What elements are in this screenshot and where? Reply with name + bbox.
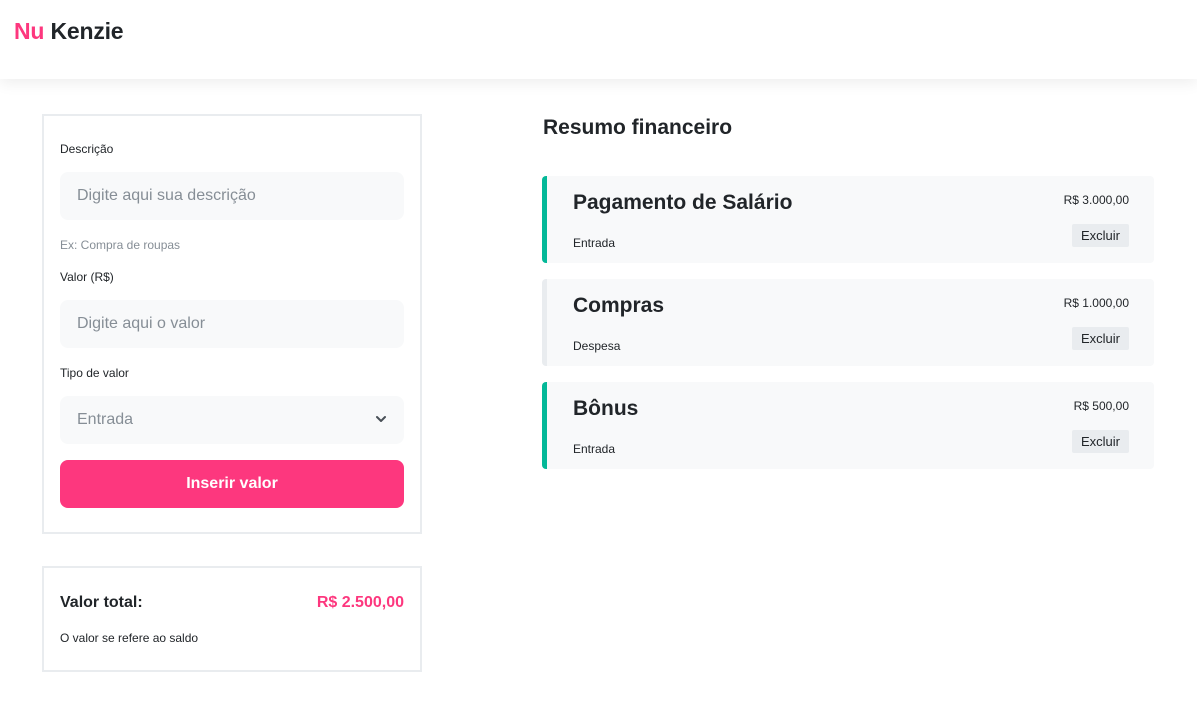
- transaction-type: Despesa: [573, 339, 621, 353]
- transaction-value: R$ 3.000,00: [1063, 193, 1129, 207]
- total-label: Valor total:: [60, 594, 143, 611]
- total-value: R$ 2.500,00: [316, 594, 404, 611]
- app-header: Nu Kenzie: [0, 0, 1197, 79]
- type-select[interactable]: Entrada: [60, 396, 404, 444]
- transaction-value: R$ 1.000,00: [1063, 296, 1129, 310]
- transaction-value: R$ 500,00: [1073, 399, 1129, 413]
- description-field-wrapper: [60, 172, 404, 220]
- insert-value-button[interactable]: Inserir valor: [60, 460, 404, 508]
- delete-button[interactable]: Excluir: [1071, 224, 1129, 247]
- transaction-type: Entrada: [573, 442, 616, 456]
- value-label: Valor (R$): [60, 270, 114, 284]
- value-input[interactable]: [77, 315, 404, 333]
- transaction-type: Entrada: [573, 236, 616, 250]
- logo-nu: Nu: [14, 18, 45, 44]
- total-note: O valor se refere ao saldo: [60, 631, 199, 645]
- type-select-value: Entrada: [77, 411, 134, 428]
- transaction-item: Bônus Entrada R$ 500,00 Excluir: [542, 382, 1154, 469]
- type-label: Tipo de valor: [60, 366, 129, 380]
- app-logo[interactable]: Nu Kenzie: [14, 18, 124, 45]
- transaction-description: Compras: [573, 294, 665, 317]
- transaction-description: Pagamento de Salário: [573, 191, 793, 214]
- transaction-form: Descrição Ex: Compra de roupas Valor (R$…: [42, 114, 422, 534]
- description-hint: Ex: Compra de roupas: [60, 238, 181, 252]
- description-label: Descrição: [60, 142, 114, 156]
- total-card: Valor total: R$ 2.500,00 O valor se refe…: [42, 566, 422, 672]
- transaction-description: Bônus: [573, 397, 639, 420]
- summary-title: Resumo financeiro: [543, 116, 733, 139]
- description-input[interactable]: [77, 187, 404, 205]
- delete-button[interactable]: Excluir: [1071, 430, 1129, 453]
- logo-kenzie: Kenzie: [50, 18, 124, 44]
- delete-button[interactable]: Excluir: [1071, 327, 1129, 350]
- transaction-item: Compras Despesa R$ 1.000,00 Excluir: [542, 279, 1154, 366]
- chevron-down-icon: [376, 416, 386, 422]
- value-field-wrapper: [60, 300, 404, 348]
- transaction-item: Pagamento de Salário Entrada R$ 3.000,00…: [542, 176, 1154, 263]
